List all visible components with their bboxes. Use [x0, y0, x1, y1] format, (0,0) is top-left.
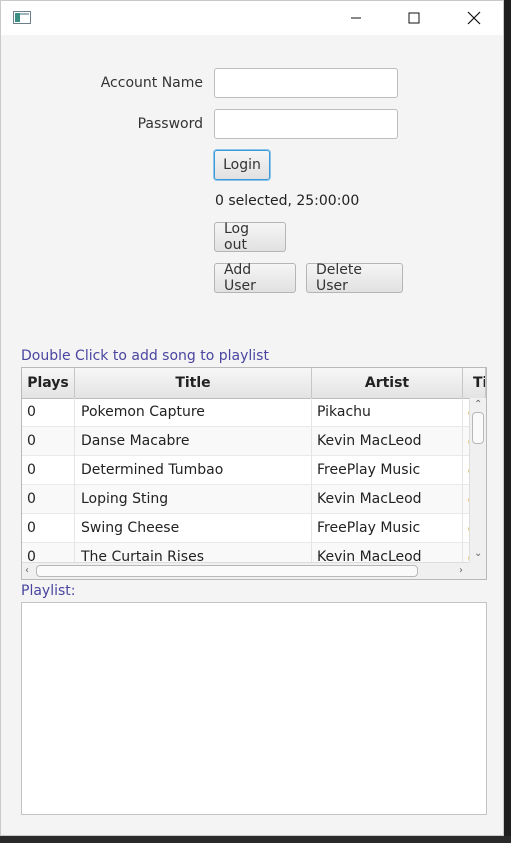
horizontal-scroll-thumb[interactable] — [36, 565, 418, 577]
cell-artist: Kevin MacLeod — [312, 427, 463, 456]
account-name-label: Account Name — [100, 75, 203, 91]
delete-user-button[interactable]: Delete User — [306, 262, 403, 294]
scroll-left-icon[interactable]: ‹ — [25, 566, 29, 576]
cell-artist: Kevin MacLeod — [312, 543, 463, 562]
app-window-icon — [13, 11, 31, 24]
songs-table[interactable]: Plays Title Artist Ti 0 Pokemon Capture … — [21, 367, 487, 580]
column-header-plays[interactable]: Plays — [22, 368, 75, 398]
songs-caption: Double Click to add song to playlist — [21, 348, 269, 364]
cell-plays: 0 — [22, 485, 75, 514]
maximize-button[interactable] — [385, 1, 443, 35]
vertical-scroll-thumb[interactable] — [472, 412, 484, 444]
column-header-title[interactable]: Title — [75, 368, 312, 398]
table-row[interactable]: 0 Pokemon Capture Pikachu — [22, 398, 470, 427]
cell-title: Swing Cheese — [75, 514, 312, 543]
cell-artist: Kevin MacLeod — [312, 485, 463, 514]
password-input[interactable] — [214, 109, 398, 139]
cell-plays: 0 — [22, 456, 75, 485]
table-row[interactable]: 0 Swing Cheese FreePlay Music — [22, 514, 470, 543]
scroll-right-icon[interactable]: › — [459, 566, 463, 576]
table-row[interactable]: 0 The Curtain Rises Kevin MacLeod — [22, 543, 470, 562]
cell-plays: 0 — [22, 514, 75, 543]
account-name-input[interactable] — [214, 68, 398, 98]
cell-plays: 0 — [22, 543, 75, 562]
app-window: Account Name Password Login 0 selected, … — [0, 0, 504, 836]
maximize-icon — [408, 12, 420, 24]
cell-plays: 0 — [22, 398, 75, 427]
cell-plays: 0 — [22, 427, 75, 456]
cell-artist: FreePlay Music — [312, 514, 463, 543]
cell-artist: FreePlay Music — [312, 456, 463, 485]
cell-title: Loping Sting — [75, 485, 312, 514]
logout-button[interactable]: Log out — [214, 221, 286, 253]
scroll-down-icon[interactable]: ⌄ — [474, 549, 482, 559]
add-user-button[interactable]: Add User — [214, 262, 296, 294]
vertical-scrollbar[interactable]: ⌃ ⌄ — [469, 398, 486, 562]
cell-title: Danse Macabre — [75, 427, 312, 456]
close-button[interactable] — [445, 1, 503, 35]
playlist-list[interactable] — [21, 602, 487, 815]
horizontal-scrollbar[interactable]: ‹ › — [22, 562, 470, 579]
table-row[interactable]: 0 Loping Sting Kevin MacLeod — [22, 485, 470, 514]
password-label: Password — [137, 116, 203, 132]
scrollbar-corner — [469, 562, 486, 579]
title-bar[interactable] — [1, 1, 503, 35]
cell-artist: Pikachu — [312, 398, 463, 427]
playlist-caption: Playlist: — [21, 583, 76, 599]
table-row[interactable]: 0 Danse Macabre Kevin MacLeod — [22, 427, 470, 456]
table-body: 0 Pokemon Capture Pikachu 0 Danse Macabr… — [22, 398, 470, 562]
cell-title: Determined Tumbao — [75, 456, 312, 485]
close-icon — [467, 11, 481, 25]
scroll-up-icon[interactable]: ⌃ — [474, 400, 482, 410]
table-header: Plays Title Artist Ti — [22, 368, 486, 399]
login-button[interactable]: Login — [214, 150, 270, 180]
table-row[interactable]: 0 Determined Tumbao FreePlay Music — [22, 456, 470, 485]
column-header-time[interactable]: Ti — [463, 368, 486, 398]
minimize-icon — [351, 17, 361, 19]
cell-title: Pokemon Capture — [75, 398, 312, 427]
cell-title: The Curtain Rises — [75, 543, 312, 562]
selection-status: 0 selected, 25:00:00 — [215, 193, 360, 209]
minimize-button[interactable] — [327, 1, 385, 35]
column-header-artist[interactable]: Artist — [312, 368, 463, 398]
background-taskbar-strip — [0, 836, 511, 843]
